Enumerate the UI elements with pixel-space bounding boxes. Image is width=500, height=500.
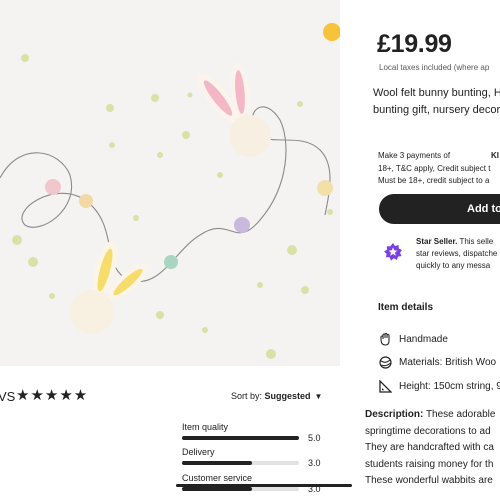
reviews-label: VS: [0, 389, 16, 404]
payment-info: Make 3 payments of Kl 18+, T&C apply, Cr…: [378, 150, 500, 188]
star-rating: ★★★★★: [16, 387, 89, 404]
add-to-basket-button[interactable]: Add to: [379, 194, 500, 224]
star-seller-text: star reviews, dispatche: [416, 249, 498, 258]
photo-edge: [341, 0, 363, 366]
product-photo[interactable]: [0, 0, 340, 366]
description-text: These wonderful wabbits are: [365, 475, 493, 486]
detail-handmade: Handmade: [379, 333, 500, 347]
description-text: students raising money for th: [365, 458, 494, 470]
klarna-badge[interactable]: Kl: [491, 150, 499, 163]
rating-bar: [182, 461, 299, 465]
star-seller-text: This selle: [457, 237, 494, 246]
sort-prefix: Sort by:: [231, 391, 265, 401]
description-text: springtime decorations to ad: [365, 425, 491, 437]
detail-text: Handmade: [399, 334, 448, 345]
materials-icon: [379, 356, 392, 369]
star-seller-info: Star Seller. This selle star reviews, di…: [416, 236, 500, 272]
item-details-heading[interactable]: Item details: [378, 302, 433, 313]
rating-delivery: Delivery 3.0: [182, 447, 322, 469]
description-label: Description:: [365, 409, 424, 420]
detail-height: Height: 150cm string, 9: [379, 380, 500, 394]
sort-dropdown[interactable]: Sort by: Suggested ▼: [231, 391, 322, 401]
rating-bar-fill: [182, 436, 299, 440]
rating-bar: [182, 436, 299, 440]
detail-text: Height: 150cm string, 9: [399, 381, 500, 392]
detail-text: Materials: British Woo: [399, 357, 497, 368]
payment-line: Make 3 payments of: [378, 151, 451, 160]
rating-bar: [182, 487, 299, 491]
rating-value: 5.0: [308, 433, 321, 443]
rating-bar-fill: [182, 487, 253, 491]
product-title-line: bunting gift, nursery decor: [373, 104, 500, 116]
detail-materials: Materials: British Woo: [379, 356, 500, 370]
rating-label: Customer service: [182, 473, 253, 483]
hand-icon: [380, 333, 390, 346]
description-text: They are handcrafted with ca: [365, 442, 494, 453]
product-description: Description: These adorable springtime d…: [365, 407, 500, 490]
bunny-bunting-image: [0, 0, 340, 366]
price: £19.99: [377, 30, 452, 58]
rating-item-quality: Item quality 5.0: [182, 422, 322, 444]
ruler-icon: [379, 380, 392, 393]
sort-value: Suggested: [264, 391, 311, 401]
rating-label: Item quality: [182, 422, 229, 432]
star-seller-title: Star Seller.: [416, 237, 458, 246]
description-text: These adorable: [423, 409, 496, 420]
star-seller-text: quickly to any messa: [416, 261, 491, 270]
product-title: Wool felt bunny bunting, H bunting gift,…: [373, 85, 500, 119]
taxes-note: Local taxes included (where ap: [379, 63, 490, 72]
rating-label: Delivery: [182, 447, 215, 457]
star-seller-icon: [384, 243, 402, 261]
rating-value: 3.0: [308, 458, 321, 468]
caret-down-icon: ▼: [314, 392, 323, 401]
rating-bar-fill: [182, 461, 253, 465]
payment-line: 18+, T&C apply, Credit subject t: [378, 163, 491, 173]
product-title-line: Wool felt bunny bunting, H: [373, 87, 500, 99]
home-indicator: [176, 484, 352, 487]
payment-line: Must be 18+, credit subject to a: [378, 176, 490, 185]
